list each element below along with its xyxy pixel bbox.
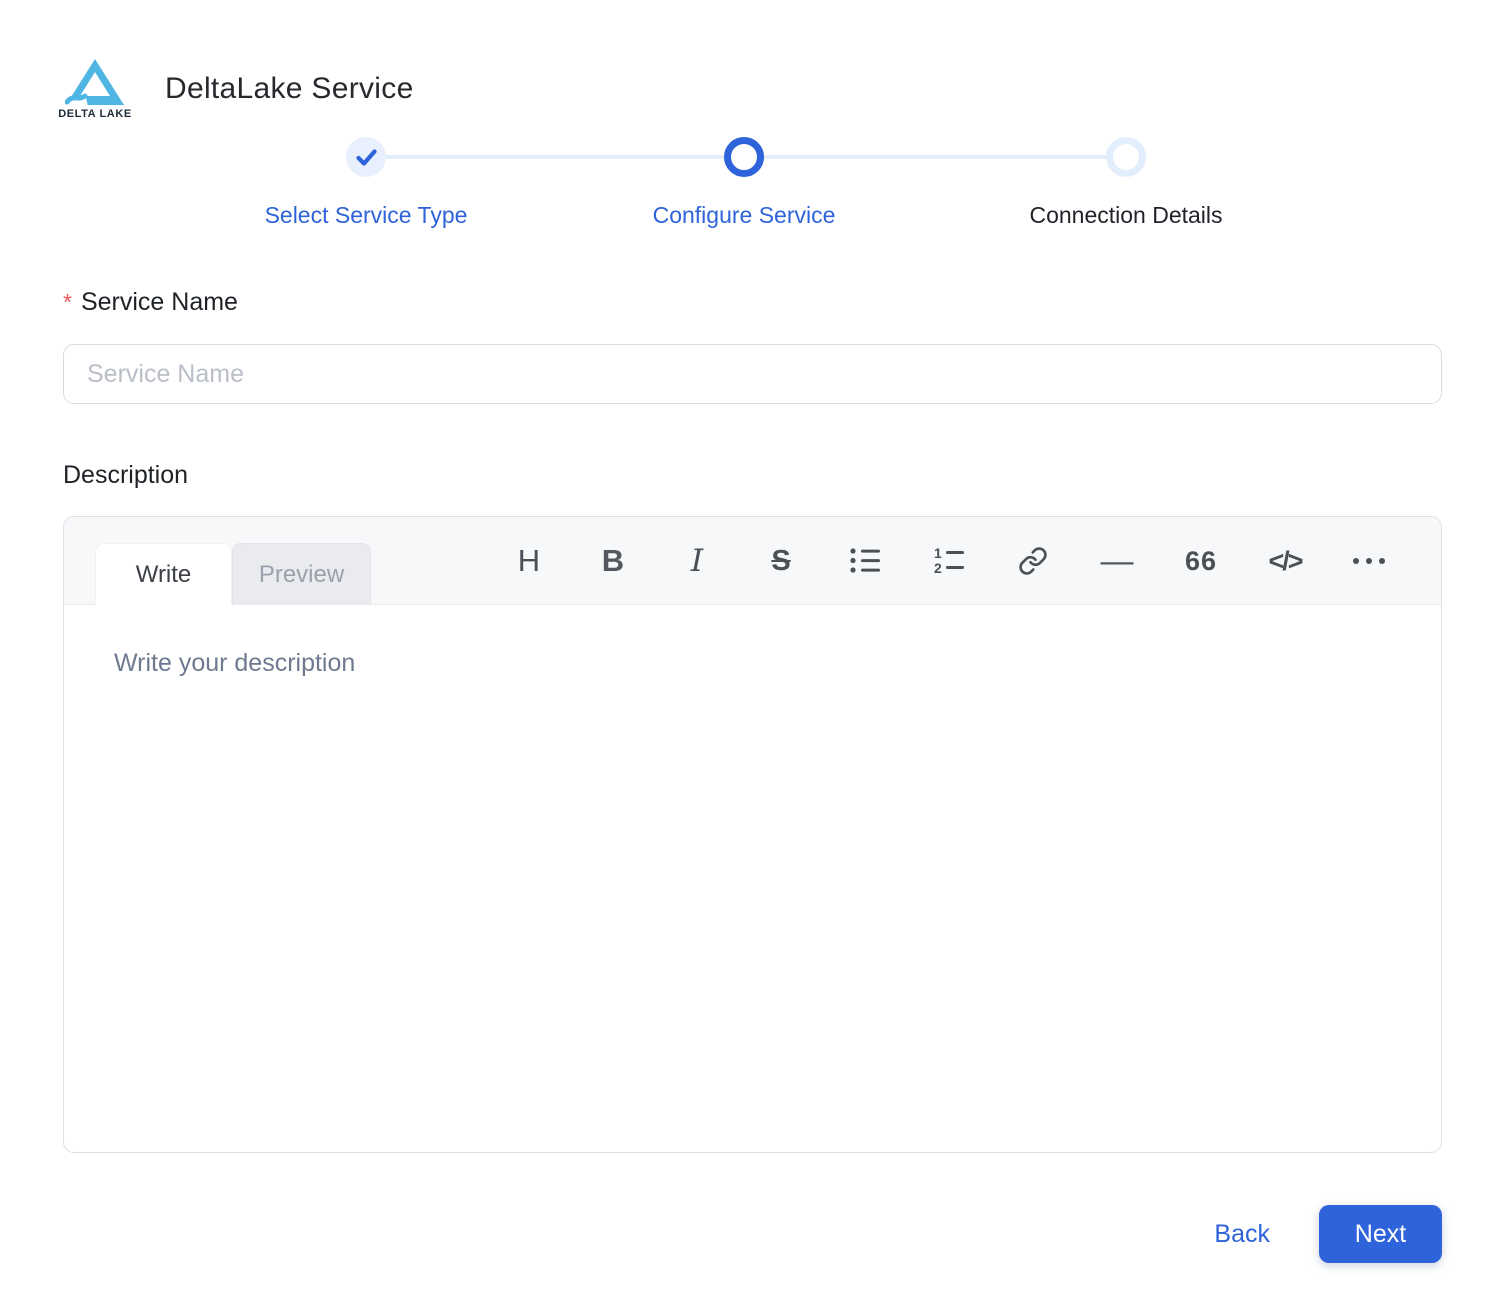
bullet-list-button[interactable] bbox=[823, 531, 907, 591]
check-icon bbox=[356, 149, 377, 166]
step-connector-2 bbox=[746, 155, 1124, 159]
quote-icon: 66 bbox=[1185, 546, 1217, 577]
strikethrough-button[interactable]: S bbox=[739, 531, 823, 591]
editor-tools: H B I S 1 2 bbox=[487, 517, 1411, 605]
italic-icon: I bbox=[691, 543, 703, 579]
step-circle-configure-service[interactable] bbox=[724, 137, 764, 177]
tab-preview[interactable]: Preview bbox=[232, 543, 371, 605]
heading-button[interactable]: H bbox=[487, 531, 571, 591]
step-connector-1 bbox=[368, 155, 742, 159]
numbered-list-icon: 1 2 bbox=[934, 547, 965, 575]
horizontal-rule-icon: — bbox=[1101, 542, 1134, 580]
next-button[interactable]: Next bbox=[1319, 1205, 1442, 1263]
bold-button[interactable]: B bbox=[571, 531, 655, 591]
back-button[interactable]: Back bbox=[1214, 1220, 1270, 1249]
more-options-icon bbox=[1351, 557, 1387, 565]
markdown-editor: Write Preview H B I S bbox=[63, 516, 1442, 1153]
description-label: Description bbox=[63, 461, 188, 490]
step-circle-select-service-type[interactable] bbox=[346, 137, 386, 177]
numbered-list-button[interactable]: 1 2 bbox=[907, 531, 991, 591]
horizontal-rule-button[interactable]: — bbox=[1075, 531, 1159, 591]
service-name-label: * Service Name bbox=[63, 288, 238, 317]
heading-icon: H bbox=[518, 543, 540, 579]
bold-icon: B bbox=[602, 543, 624, 579]
service-name-label-text: Service Name bbox=[81, 288, 238, 316]
link-button[interactable] bbox=[991, 531, 1075, 591]
svg-text:1: 1 bbox=[934, 547, 942, 561]
required-asterisk: * bbox=[63, 289, 72, 315]
footer-actions: Back Next bbox=[1214, 1205, 1442, 1263]
code-button[interactable]: </> bbox=[1243, 531, 1327, 591]
more-options-button[interactable] bbox=[1327, 531, 1411, 591]
step-label-configure-service[interactable]: Configure Service bbox=[554, 202, 934, 229]
strikethrough-icon: S bbox=[771, 545, 790, 578]
step-label-select-service-type[interactable]: Select Service Type bbox=[176, 202, 556, 229]
link-icon bbox=[1018, 546, 1048, 576]
step-circle-connection-details[interactable] bbox=[1106, 137, 1146, 177]
step-label-connection-details[interactable]: Connection Details bbox=[936, 202, 1316, 229]
tab-write[interactable]: Write bbox=[95, 543, 232, 605]
editor-tabs: Write Preview bbox=[95, 543, 371, 605]
code-icon: </> bbox=[1268, 546, 1301, 577]
service-name-input[interactable] bbox=[63, 344, 1442, 404]
svg-text:2: 2 bbox=[934, 560, 942, 575]
description-textarea[interactable] bbox=[64, 605, 1441, 1152]
bullet-list-icon bbox=[850, 547, 881, 575]
editor-toolbar: Write Preview H B I S bbox=[64, 517, 1441, 605]
quote-button[interactable]: 66 bbox=[1159, 531, 1243, 591]
stepper: Select Service Type Configure Service Co… bbox=[0, 0, 1506, 240]
italic-button[interactable]: I bbox=[655, 531, 739, 591]
editor-body bbox=[64, 605, 1441, 1152]
